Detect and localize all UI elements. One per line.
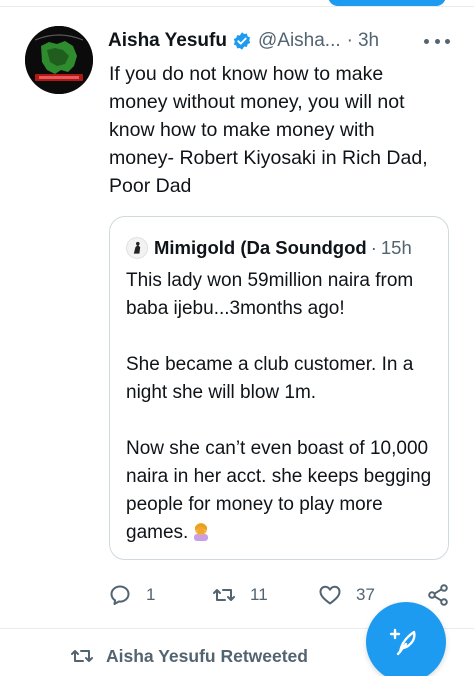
person-icon [133, 241, 141, 254]
author-handle[interactable]: @Aisha... [258, 30, 341, 52]
tweet-header: Aisha Yesufu @Aisha... · 3h [108, 28, 379, 54]
quoted-tweet-text: This lady won 59million naira from baba … [126, 267, 444, 559]
compose-button[interactable] [366, 602, 446, 676]
reply-icon [110, 585, 130, 605]
retweeted-label: Aisha Yesufu Retweeted [106, 645, 308, 666]
like-count: 37 [356, 585, 375, 604]
compose-feather-icon [389, 628, 416, 656]
more-dots-icon[interactable] [424, 30, 450, 52]
quoted-timestamp[interactable]: 15h [381, 237, 412, 259]
separator-dot: · [370, 237, 377, 258]
quoted-paragraph-text: Now she can’t even boast of 10,000 naira… [126, 438, 432, 543]
separator-dot: · [346, 30, 353, 51]
quoted-paragraph: Now she can’t even boast of 10,000 naira… [126, 435, 444, 547]
heart-icon [319, 585, 341, 605]
retweet-icon [71, 650, 93, 662]
quoted-avatar [126, 237, 148, 259]
avatar-image [25, 26, 93, 94]
reply-count: 1 [146, 585, 156, 604]
author-name[interactable]: Aisha Yesufu [108, 30, 227, 52]
retweet-count: 11 [250, 585, 268, 604]
retweeted-notice[interactable]: Aisha Yesufu Retweeted [70, 644, 308, 668]
verified-badge-icon [233, 32, 251, 50]
tweet-text: If you do not know how to make money wit… [109, 63, 428, 197]
quoted-tweet-header: Mimigold (Da Soundgod · 15h [126, 237, 442, 259]
retweet-icon [213, 589, 235, 601]
quoted-paragraph: She became a club customer. In a night s… [126, 354, 414, 403]
share-button[interactable] [426, 580, 450, 610]
reply-button[interactable]: 1 [108, 580, 155, 610]
tweet[interactable]: Aisha Yesufu @Aisha... · 3h If you do no… [0, 0, 474, 630]
like-button[interactable]: 37 [318, 580, 375, 610]
share-icon [428, 584, 448, 606]
facepalm-emoji-icon [194, 523, 209, 541]
quoted-paragraph: This lady won 59million naira from baba … [126, 270, 414, 319]
timestamp[interactable]: 3h [358, 30, 379, 52]
avatar[interactable] [25, 26, 93, 94]
retweet-button[interactable]: 11 [212, 580, 268, 610]
quoted-author-name[interactable]: Mimigold (Da Soundgod [154, 237, 367, 259]
quoted-tweet[interactable]: Mimigold (Da Soundgod · 15h This lady wo… [109, 216, 449, 560]
